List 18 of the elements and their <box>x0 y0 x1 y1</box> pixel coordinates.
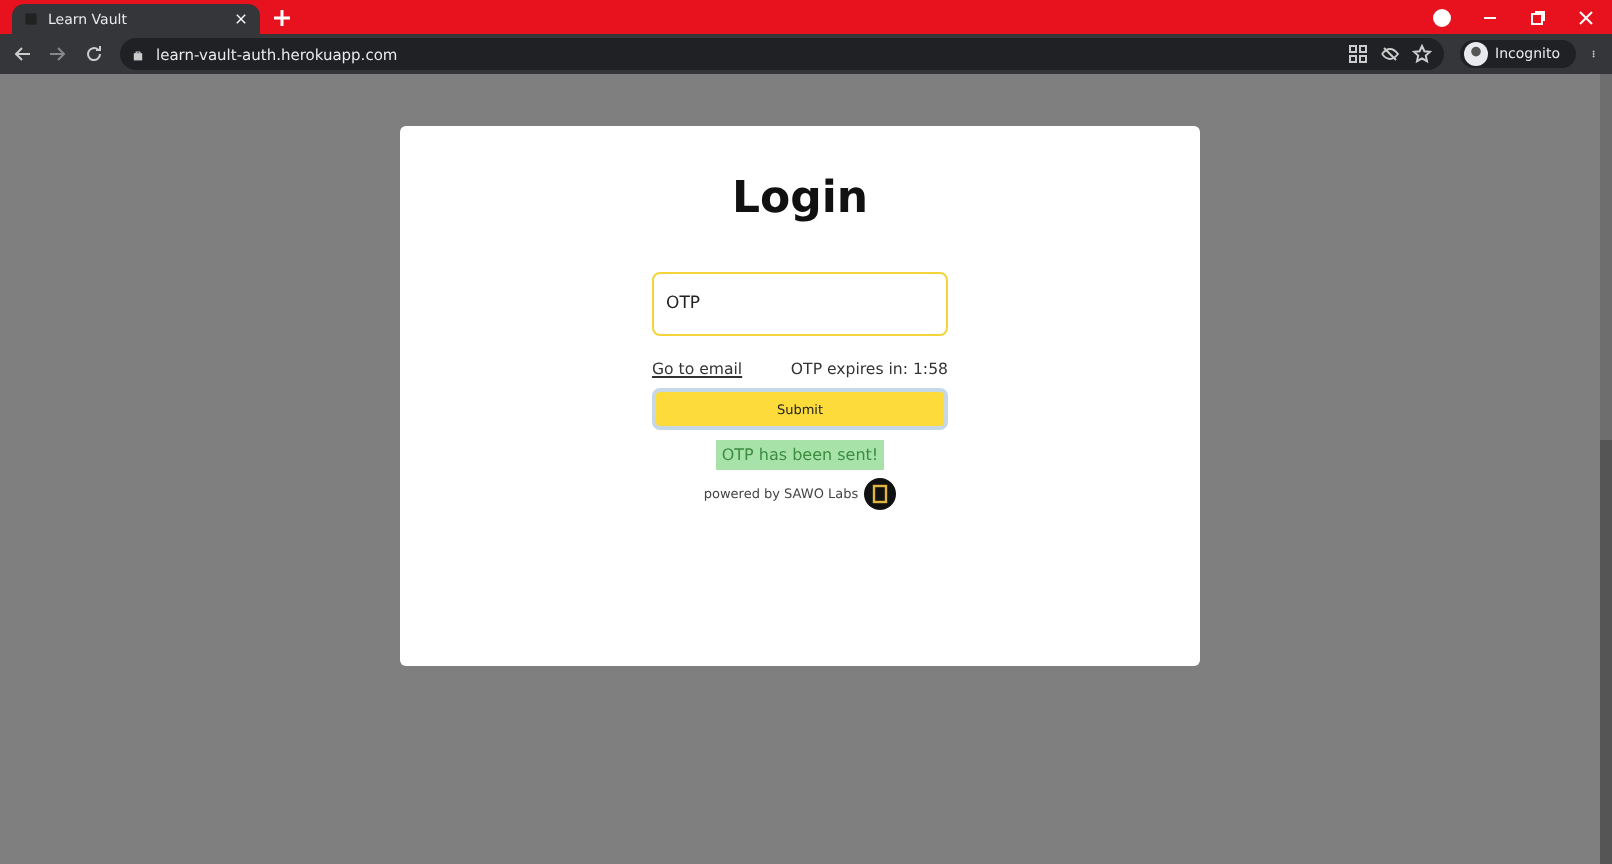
login-title: Login <box>731 174 869 224</box>
plus-icon[interactable] <box>272 7 292 27</box>
star-icon[interactable] <box>1411 44 1432 64</box>
lock-icon <box>132 47 144 61</box>
favicon-icon <box>24 12 38 26</box>
eye-off-icon[interactable] <box>1379 44 1400 64</box>
otp-input-field[interactable]: OTP <box>652 272 948 336</box>
otp-sent-notice: OTP has been sent! <box>715 440 885 470</box>
qr-code-icon[interactable] <box>1347 44 1368 64</box>
forward-icon[interactable] <box>48 44 68 64</box>
incognito-icon <box>1463 42 1488 66</box>
scrollbar[interactable] <box>1600 74 1612 864</box>
reload-icon[interactable] <box>84 44 104 64</box>
record-icon[interactable] <box>1432 7 1452 27</box>
restore-icon[interactable] <box>1528 7 1548 27</box>
back-icon[interactable] <box>12 44 32 64</box>
logo-icon <box>864 478 897 510</box>
close-icon[interactable] <box>234 12 248 26</box>
